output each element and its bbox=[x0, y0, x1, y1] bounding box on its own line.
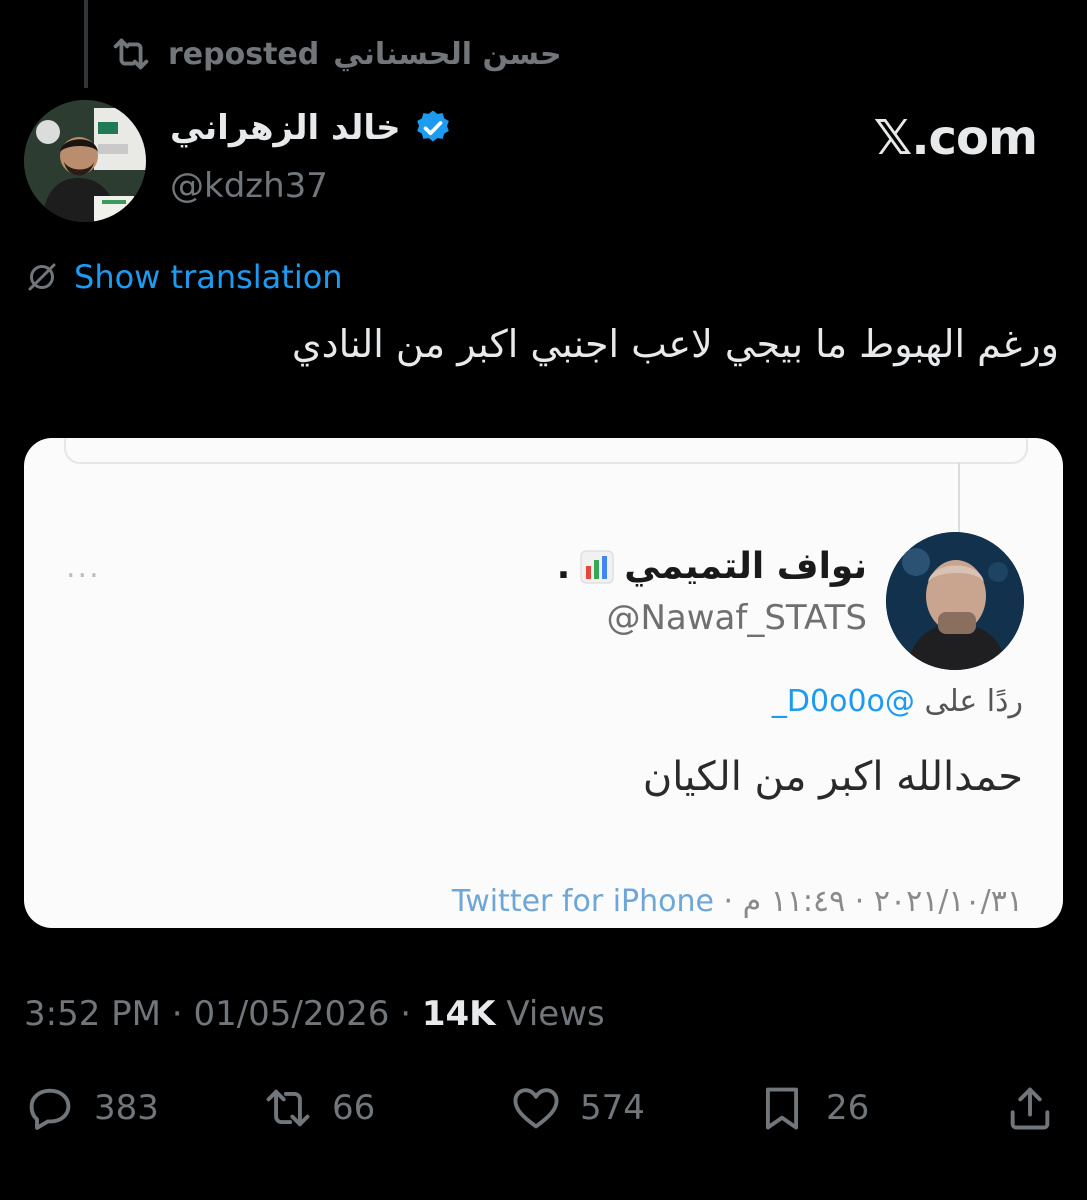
bookmark-button[interactable]: 26 bbox=[756, 1082, 869, 1134]
reply-count: 383 bbox=[94, 1088, 159, 1128]
views-count: 14K bbox=[421, 994, 496, 1034]
reply-prefix: ردًا على bbox=[924, 684, 1023, 719]
reply-icon bbox=[29, 1088, 71, 1130]
views-label: Views bbox=[506, 994, 605, 1034]
like-icon bbox=[513, 1088, 559, 1129]
repost-button[interactable]: 66 bbox=[262, 1082, 375, 1134]
reply-button[interactable]: 383 bbox=[24, 1082, 159, 1134]
reposter-name[interactable]: حسن الحسناني bbox=[333, 37, 561, 72]
show-translation-label[interactable]: Show translation bbox=[74, 258, 343, 296]
embedded-name-row: نواف التميمي . bbox=[557, 546, 867, 587]
embedded-name-suffix: . bbox=[556, 546, 571, 587]
repost-label: reposted bbox=[168, 36, 320, 72]
share-icon bbox=[1010, 1087, 1050, 1130]
reply-thread-line bbox=[958, 462, 960, 534]
show-translation-button[interactable]: Show translation bbox=[24, 258, 343, 296]
tweet-timestamp-row: 3:52 PM · 01/05/2026 · 14K Views bbox=[24, 994, 605, 1034]
embedded-avatar bbox=[886, 532, 1024, 670]
author-name-row[interactable]: خالد الزهراني bbox=[170, 108, 453, 148]
embedded-name: نواف التميمي bbox=[624, 546, 867, 587]
translate-icon bbox=[28, 263, 56, 291]
replying-to: ردًا على @D0o0o_ bbox=[772, 684, 1023, 719]
repost-count: 66 bbox=[332, 1088, 376, 1128]
bookmark-icon bbox=[765, 1087, 799, 1130]
like-button[interactable]: 574 bbox=[510, 1082, 645, 1134]
author-name[interactable]: خالد الزهراني bbox=[170, 108, 401, 148]
tweet-text: ورغم الهبوط ما بيجي لاعب اجنبي اكبر من ا… bbox=[291, 322, 1059, 366]
embedded-screenshot[interactable]: ... نواف التميمي . @Nawaf_STATS ردًا على… bbox=[24, 438, 1063, 928]
embedded-text: حمدالله اكبر من الكيان bbox=[642, 754, 1023, 800]
reply-mention: @D0o0o_ bbox=[771, 684, 915, 719]
tweet-time[interactable]: 3:52 PM bbox=[24, 994, 161, 1034]
tweet-date[interactable]: 01/05/2026 bbox=[193, 994, 389, 1034]
x-com-watermark: 𝕏.com bbox=[873, 110, 1038, 166]
embedded-handle: @Nawaf_STATS bbox=[606, 598, 867, 638]
embedded-source: Twitter for iPhone bbox=[451, 884, 714, 919]
verified-icon[interactable] bbox=[413, 108, 453, 148]
repost-context[interactable]: reposted حسن الحسناني bbox=[108, 30, 562, 78]
chart-emoji-icon bbox=[580, 550, 614, 583]
previous-tweet-border bbox=[64, 438, 1028, 464]
embedded-meta: ٢٠٢١/١٠/٣١ · ١١:٤٩ م · Twitter for iPhon… bbox=[451, 884, 1023, 919]
thread-line bbox=[84, 0, 88, 88]
author-avatar[interactable] bbox=[24, 100, 146, 222]
like-count: 574 bbox=[580, 1088, 645, 1128]
embedded-date: ٢٠٢١/١٠/٣١ bbox=[873, 884, 1023, 919]
more-icon: ... bbox=[66, 550, 101, 585]
bookmark-count: 26 bbox=[826, 1088, 870, 1128]
repost-icon bbox=[266, 1089, 310, 1127]
embedded-time: ١١:٤٩ م bbox=[742, 884, 846, 919]
repost-icon bbox=[113, 38, 149, 70]
share-button[interactable] bbox=[1004, 1082, 1056, 1134]
author-handle[interactable]: @kdzh37 bbox=[170, 166, 328, 206]
